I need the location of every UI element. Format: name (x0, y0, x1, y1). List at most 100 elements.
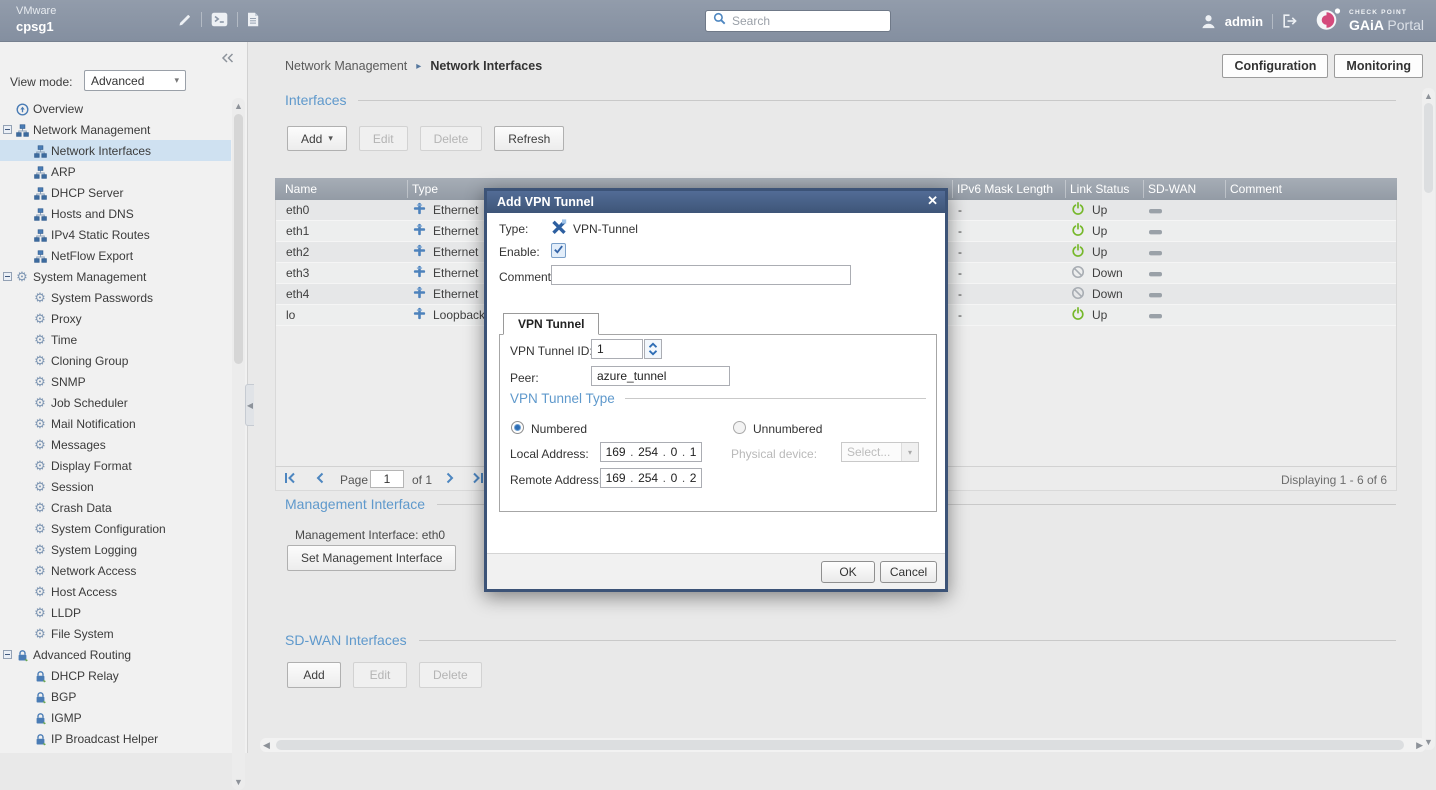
local-address-input[interactable]: 169.254.0.1 (600, 442, 702, 462)
physical-device-select[interactable]: Select... ▾ (841, 442, 919, 462)
prev-page-icon[interactable] (314, 472, 326, 484)
sidebar-scrollbar[interactable]: ▲ ▼ (232, 98, 245, 790)
peer-input[interactable]: azure_tunnel (591, 366, 730, 386)
enable-checkbox[interactable] (551, 243, 566, 258)
scrollbar-thumb[interactable] (1424, 103, 1433, 193)
sdwan-edit-button[interactable]: Edit (353, 662, 407, 688)
sidebar-item-overview[interactable]: Overview (0, 98, 231, 119)
sidebar-item-bgp[interactable]: BGP (0, 686, 231, 707)
column-header-sdwan[interactable]: SD-WAN (1148, 178, 1196, 200)
refresh-button[interactable]: Refresh (494, 126, 564, 151)
dialog-titlebar[interactable]: Add VPN Tunnel ✕ (487, 191, 945, 213)
document-icon[interactable] (247, 12, 259, 27)
scrollbar-thumb[interactable] (234, 114, 243, 364)
scrollbar-thumb[interactable] (276, 740, 1404, 750)
sidebar-item-messages[interactable]: ⚙Messages (0, 434, 231, 455)
numbered-radio[interactable] (511, 421, 524, 434)
sidebar-item-job-scheduler[interactable]: ⚙Job Scheduler (0, 392, 231, 413)
tab-vpn-tunnel[interactable]: VPN Tunnel (503, 313, 599, 335)
gear-icon: ⚙ (33, 480, 47, 494)
delete-button[interactable]: Delete (420, 126, 483, 151)
sidebar-collapse-icon[interactable] (221, 50, 234, 68)
scroll-up-icon[interactable]: ▲ (232, 101, 245, 111)
tree-expander-minus-icon[interactable] (3, 272, 12, 281)
sidebar-item-arp[interactable]: ARP (0, 161, 231, 182)
column-header-name[interactable]: Name (285, 178, 317, 200)
sidebar-item-proxy[interactable]: ⚙Proxy (0, 308, 231, 329)
scroll-down-icon[interactable]: ▼ (232, 777, 245, 787)
sidebar-item-system-configuration[interactable]: ⚙System Configuration (0, 518, 231, 539)
sidebar-item-dhcp-server[interactable]: DHCP Server (0, 182, 231, 203)
monitoring-button[interactable]: Monitoring (1334, 54, 1423, 78)
last-page-icon[interactable] (472, 472, 484, 484)
sidebar-item-hosts-and-dns[interactable]: Hosts and DNS (0, 203, 231, 224)
gear-icon: ⚙ (33, 333, 47, 347)
column-header-comment[interactable]: Comment (1230, 178, 1282, 200)
sidebar-item-label: Mail Notification (51, 417, 136, 431)
configuration-button[interactable]: Configuration (1222, 54, 1328, 78)
horizontal-scrollbar[interactable]: ◀ ▶ (260, 738, 1426, 752)
remote-address-input[interactable]: 169.254.0.2 (600, 468, 702, 488)
scroll-left-icon[interactable]: ◀ (263, 740, 270, 751)
sidebar-item-snmp[interactable]: ⚙SNMP (0, 371, 231, 392)
spinner-up-down-icon[interactable] (644, 339, 662, 359)
cell-name: lo (286, 308, 295, 322)
view-mode-select[interactable]: Advanced ▾ (84, 70, 186, 91)
sidebar-item-system-management[interactable]: ⚙System Management (0, 266, 231, 287)
add-button[interactable]: Add ▾ (287, 126, 347, 151)
terminal-icon[interactable] (211, 12, 228, 27)
sidebar-item-system-passwords[interactable]: ⚙System Passwords (0, 287, 231, 308)
sidebar-item-ipv4-static-routes[interactable]: IPv4 Static Routes (0, 224, 231, 245)
divider (1143, 180, 1144, 198)
username-label[interactable]: admin (1225, 14, 1263, 29)
ok-button[interactable]: OK (821, 561, 875, 583)
page-number-input[interactable]: 1 (370, 470, 404, 488)
cell-ipv6-mask: - (958, 266, 962, 280)
sidebar-item-crash-data[interactable]: ⚙Crash Data (0, 497, 231, 518)
sidebar-item-system-logging[interactable]: ⚙System Logging (0, 539, 231, 560)
sidebar-item-netflow-export[interactable]: NetFlow Export (0, 245, 231, 266)
set-management-interface-button[interactable]: Set Management Interface (287, 545, 456, 571)
search-input[interactable]: Search (705, 10, 891, 32)
sdwan-delete-button[interactable]: Delete (419, 662, 482, 688)
sidebar-item-network-access[interactable]: ⚙Network Access (0, 560, 231, 581)
sidebar-item-host-access[interactable]: ⚙Host Access (0, 581, 231, 602)
breadcrumb-parent[interactable]: Network Management (285, 59, 407, 73)
cancel-button[interactable]: Cancel (880, 561, 937, 583)
first-page-icon[interactable] (284, 472, 296, 484)
sidebar-item-cloning-group[interactable]: ⚙Cloning Group (0, 350, 231, 371)
sidebar-item-lldp[interactable]: ⚙LLDP (0, 602, 231, 623)
column-header-type[interactable]: Type (412, 178, 438, 200)
close-icon[interactable]: ✕ (927, 193, 938, 209)
sidebar-item-time[interactable]: ⚙Time (0, 329, 231, 350)
sdwan-add-button[interactable]: Add (287, 662, 341, 688)
sidebar-item-session[interactable]: ⚙Session (0, 476, 231, 497)
scroll-right-icon[interactable]: ▶ (1416, 740, 1423, 751)
sidebar-item-display-format[interactable]: ⚙Display Format (0, 455, 231, 476)
sidebar-item-file-system[interactable]: ⚙File System (0, 623, 231, 644)
sidebar-splitter-handle[interactable]: ◀ (245, 384, 254, 426)
chevron-down-icon: ▾ (901, 443, 918, 461)
tree-expander-minus-icon[interactable] (3, 125, 12, 134)
next-page-icon[interactable] (444, 472, 456, 484)
sidebar-item-ip-broadcast-helper[interactable]: IP Broadcast Helper (0, 728, 231, 749)
unnumbered-radio[interactable] (733, 421, 746, 434)
sidebar-item-dhcp-relay[interactable]: DHCP Relay (0, 665, 231, 686)
gear-icon: ⚙ (33, 501, 47, 515)
sidebar-item-network-interfaces[interactable]: Network Interfaces (0, 140, 231, 161)
edit-button[interactable]: Edit (359, 126, 408, 151)
edit-pencil-icon[interactable] (178, 13, 192, 27)
comment-input[interactable] (551, 265, 851, 285)
management-title: Management Interface (285, 496, 425, 512)
column-header-link[interactable]: Link Status (1070, 178, 1129, 200)
sidebar-item-advanced-routing[interactable]: Advanced Routing (0, 644, 231, 665)
tree-expander-minus-icon[interactable] (3, 650, 12, 659)
sidebar-item-mail-notification[interactable]: ⚙Mail Notification (0, 413, 231, 434)
logout-icon[interactable] (1282, 14, 1298, 28)
sidebar-item-igmp[interactable]: IGMP (0, 707, 231, 728)
tunnel-id-input[interactable]: 1 (591, 339, 643, 359)
scroll-up-icon[interactable]: ▲ (1422, 91, 1435, 101)
sidebar-item-network-management[interactable]: Network Management (0, 119, 231, 140)
column-header-ipv6[interactable]: IPv6 Mask Length (957, 178, 1053, 200)
vertical-scrollbar[interactable]: ▲ ▼ (1422, 88, 1435, 750)
